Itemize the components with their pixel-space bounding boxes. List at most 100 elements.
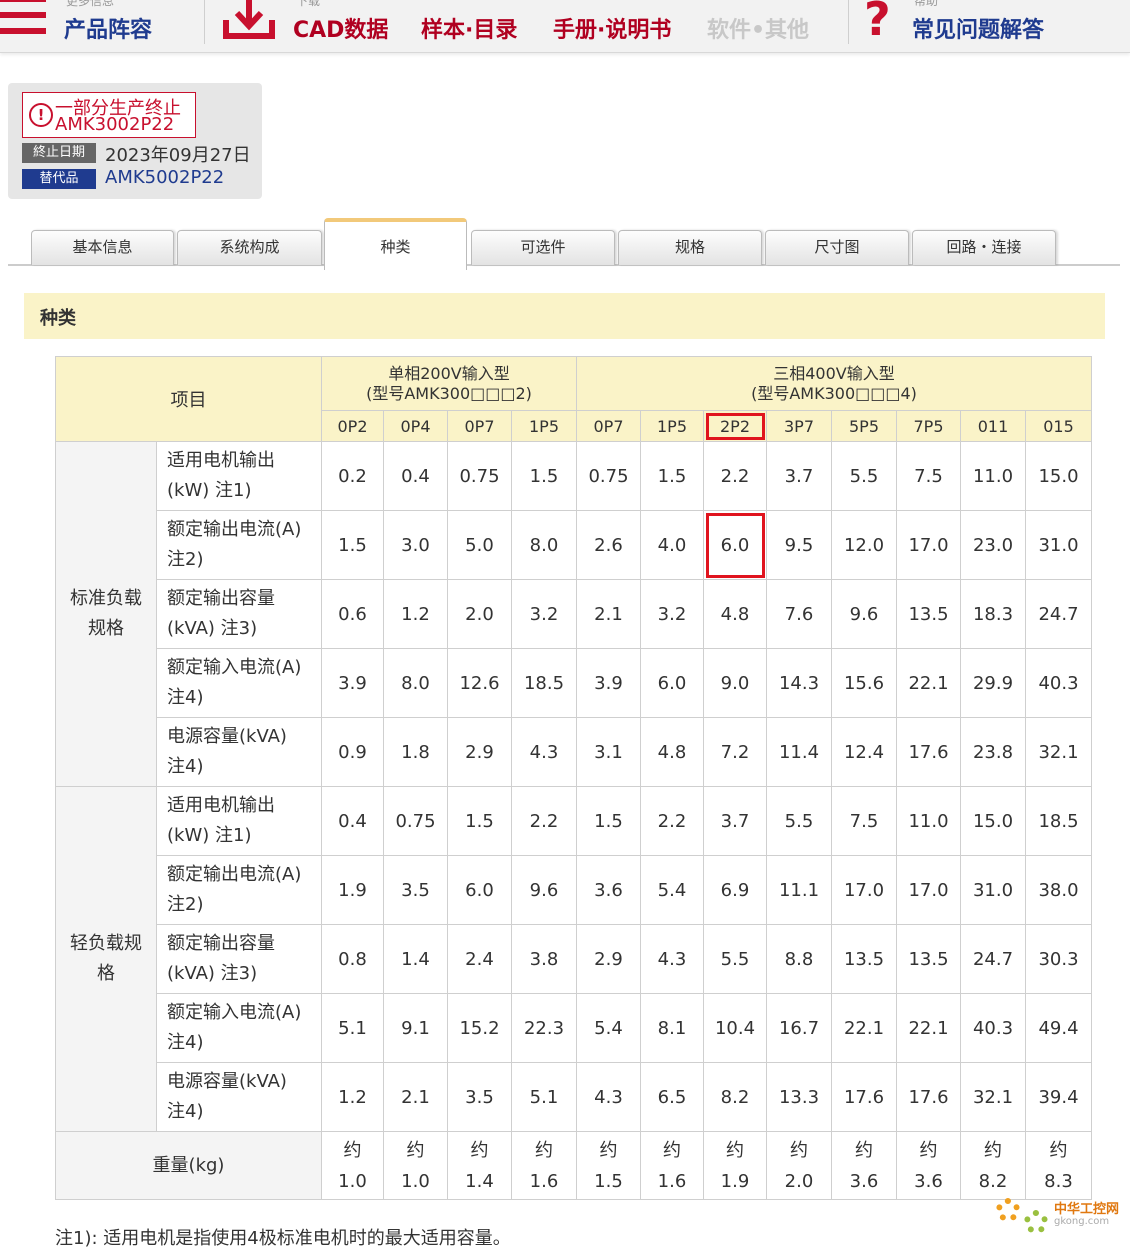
nav-faq[interactable]: 常见问题解答 bbox=[912, 12, 1044, 44]
value-cell: 0.8 bbox=[321, 924, 384, 994]
value-cell: 24.7 bbox=[960, 924, 1026, 994]
nav-software[interactable]: 软件•其他 bbox=[707, 12, 809, 44]
weight-cell: 约 1.4 bbox=[447, 1131, 512, 1200]
model-code-0P7: 0P7 bbox=[447, 410, 512, 442]
nav-cad-data[interactable]: CAD数据 bbox=[293, 12, 388, 44]
weight-value-line2: 2.0 bbox=[784, 1170, 814, 1192]
weight-value-line1: 约 bbox=[663, 1139, 681, 1161]
row-label: 额定输出容量 (kVA) 注3) bbox=[156, 924, 322, 994]
product-model: AMK3002P22 bbox=[55, 114, 175, 135]
menu-icon[interactable] bbox=[0, 0, 46, 38]
tab-dimensions[interactable]: 尺寸图 bbox=[765, 230, 909, 265]
value-cell: 6.0 bbox=[703, 510, 767, 580]
nav-label-help: 帮助 bbox=[914, 0, 939, 8]
model-code-0P4: 0P4 bbox=[383, 410, 448, 442]
value-cell: 9.0 bbox=[703, 648, 767, 718]
weight-value-line2: 1.5 bbox=[594, 1170, 623, 1192]
download-icon bbox=[223, 0, 275, 39]
replacement-link[interactable]: AMK5002P22 bbox=[105, 167, 224, 188]
section-header: 种类 bbox=[24, 293, 1105, 339]
weight-cell: 约 3.6 bbox=[896, 1131, 961, 1200]
nav-divider bbox=[848, 0, 849, 44]
weight-cell: 约 1.6 bbox=[640, 1131, 704, 1200]
value-cell: 1.5 bbox=[321, 510, 384, 580]
weight-value-line2: 1.4 bbox=[465, 1170, 494, 1192]
row-label: 额定输入电流(A) 注4) bbox=[156, 648, 322, 718]
value-cell: 17.6 bbox=[831, 1062, 897, 1132]
row-label: 额定输出容量 (kVA) 注3) bbox=[156, 579, 322, 649]
value-cell: 2.6 bbox=[576, 510, 641, 580]
model-code-2P2: 2P2 bbox=[703, 410, 767, 442]
table-row: 额定输出容量 (kVA) 注3) 0.8 1.4 2.4 3.8 2.9 4.3 5.5 8.8 1… bbox=[56, 924, 1092, 994]
value-cell: 0.75 bbox=[447, 441, 512, 511]
value-cell: 2.4 bbox=[447, 924, 512, 994]
weight-value-line1: 约 bbox=[984, 1139, 1002, 1161]
tab-specs[interactable]: 规格 bbox=[618, 230, 762, 265]
value-cell: 4.8 bbox=[703, 579, 767, 649]
nav-manuals[interactable]: 手册·说明书 bbox=[553, 12, 671, 44]
value-cell: 8.0 bbox=[511, 510, 577, 580]
value-cell: 16.7 bbox=[766, 993, 832, 1063]
value-cell: 18.5 bbox=[1025, 786, 1092, 856]
weight-value-line1: 约 bbox=[790, 1139, 808, 1161]
row-label-line2: 注2) bbox=[167, 894, 204, 915]
value-cell: 12.4 bbox=[831, 717, 897, 787]
value-cell: 13.5 bbox=[831, 924, 897, 994]
value-cell: 4.0 bbox=[640, 510, 704, 580]
gear-icon bbox=[1024, 1210, 1048, 1234]
nav-product-lineup[interactable]: 产品阵容 bbox=[64, 12, 152, 44]
tab-circuit[interactable]: 回路・连接 bbox=[912, 230, 1056, 265]
table-row: 额定输出电流(A) 注2) 1.5 3.0 5.0 8.0 2.6 4.0 6.0 9.5 12.0… bbox=[56, 510, 1092, 580]
value-cell: 3.2 bbox=[511, 579, 577, 649]
model-code-1P5: 1P5 bbox=[511, 410, 577, 442]
weight-cell: 约 2.0 bbox=[766, 1131, 832, 1200]
value-cell: 49.4 bbox=[1025, 993, 1092, 1063]
row-label-line1: 电源容量(kVA) bbox=[167, 726, 287, 747]
value-cell: 30.3 bbox=[1025, 924, 1092, 994]
weight-cell: 约 1.5 bbox=[576, 1131, 641, 1200]
value-cell: 4.3 bbox=[640, 924, 704, 994]
value-cell: 18.5 bbox=[511, 648, 577, 718]
watermark-url: gkong.com bbox=[1054, 1216, 1110, 1227]
header-row: 项目 单相200V输入型 (型号AMK300□□□2) 三相400V输入型 (型号AMK… bbox=[55, 356, 1092, 442]
weight-value-line2: 1.0 bbox=[338, 1170, 367, 1192]
discontinued-notice: ! 一部分生产终止 AMK3002P22 bbox=[22, 92, 196, 138]
value-cell: 40.3 bbox=[960, 993, 1026, 1063]
table-row: 电源容量(kVA) 注4) 0.9 1.8 2.9 4.3 3.1 4.8 7.2 11.4 12.… bbox=[56, 717, 1092, 787]
value-cell: 5.5 bbox=[703, 924, 767, 994]
row-label-line1: 额定输入电流(A) bbox=[167, 1002, 302, 1023]
value-cell: 9.6 bbox=[511, 855, 577, 925]
value-cell: 0.75 bbox=[383, 786, 448, 856]
value-cell: 6.5 bbox=[640, 1062, 704, 1132]
value-cell: 12.6 bbox=[447, 648, 512, 718]
row-label-line1: 额定输入电流(A) bbox=[167, 657, 302, 678]
value-cell: 13.5 bbox=[896, 924, 961, 994]
tab-options[interactable]: 可选件 bbox=[471, 230, 615, 265]
tab-types[interactable]: 种类 bbox=[324, 218, 467, 270]
tab-basic-info[interactable]: 基本信息 bbox=[31, 230, 174, 265]
value-cell: 2.9 bbox=[576, 924, 641, 994]
end-date: 2023年09月27日 bbox=[105, 145, 251, 166]
row-label-line2: 注4) bbox=[167, 756, 204, 777]
value-cell: 3.5 bbox=[447, 1062, 512, 1132]
value-cell: 15.0 bbox=[960, 786, 1026, 856]
weight-value-line1: 约 bbox=[726, 1139, 744, 1161]
value-cell: 2.2 bbox=[640, 786, 704, 856]
value-cell: 1.2 bbox=[321, 1062, 384, 1132]
weight-value-line1: 约 bbox=[470, 1139, 489, 1161]
value-cell: 32.1 bbox=[1025, 717, 1092, 787]
model-code-015: 015 bbox=[1025, 410, 1092, 442]
value-cell: 1.2 bbox=[383, 579, 448, 649]
value-cell: 23.8 bbox=[960, 717, 1026, 787]
top-navigation: 更多信息 产品阵容 下载 CAD数据 样本·目录 手册·说明书 软件•其他 ? … bbox=[0, 0, 1130, 53]
value-cell: 22.1 bbox=[896, 648, 961, 718]
value-cell: 1.8 bbox=[383, 717, 448, 787]
value-cell: 1.5 bbox=[576, 786, 641, 856]
value-cell: 29.9 bbox=[960, 648, 1026, 718]
load-category-line2: 格 bbox=[97, 963, 115, 984]
value-cell: 11.1 bbox=[766, 855, 832, 925]
nav-catalog[interactable]: 样本·目录 bbox=[421, 12, 517, 44]
tab-system-config[interactable]: 系统构成 bbox=[177, 230, 322, 265]
group-three-phase-line2: (型号AMK300□□□4) bbox=[751, 383, 917, 403]
spec-table: 项目 单相200V输入型 (型号AMK300□□□2) 三相400V输入型 (型号AMK… bbox=[55, 356, 1092, 1200]
